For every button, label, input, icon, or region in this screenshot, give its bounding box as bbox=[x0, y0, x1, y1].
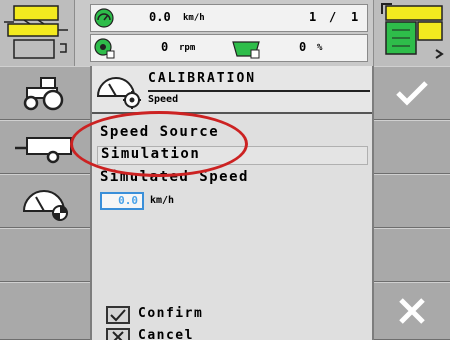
status-bar: 0.0 km/h 1 / 1 0 rpm 0 % bbox=[0, 0, 450, 66]
close-small-icon bbox=[112, 331, 124, 340]
tractor-button[interactable] bbox=[0, 66, 90, 120]
simulated-speed-unit: km/h bbox=[150, 195, 175, 206]
simulated-speed-input[interactable]: 0.0 bbox=[100, 192, 144, 210]
left-softkey-column bbox=[0, 66, 90, 340]
speed-unit: km/h bbox=[183, 13, 205, 23]
page-title: CALIBRATION bbox=[148, 71, 257, 86]
counter-total: 1 bbox=[351, 10, 359, 24]
counter-separator: / bbox=[329, 10, 337, 24]
cancel-legend: Cancel bbox=[94, 328, 374, 340]
right-softkey-4[interactable] bbox=[374, 228, 450, 282]
calibration-panel: CALIBRATION Speed Speed Source Simulatio… bbox=[90, 66, 374, 340]
tractor-icon bbox=[23, 77, 64, 111]
counter-value: 1 bbox=[309, 10, 317, 24]
speed-calibration-button[interactable] bbox=[0, 174, 90, 228]
panel-header: CALIBRATION Speed bbox=[92, 66, 372, 114]
percent-value: 0 bbox=[299, 40, 307, 54]
speed-source-highlight bbox=[70, 111, 248, 177]
confirm-softkey[interactable] bbox=[374, 66, 450, 120]
rpm-value: 0 bbox=[161, 40, 169, 54]
rpm-unit: rpm bbox=[179, 43, 196, 53]
percent-unit: % bbox=[317, 43, 323, 53]
cancel-label: Cancel bbox=[138, 328, 194, 340]
confirm-label: Confirm bbox=[138, 306, 204, 321]
title-divider bbox=[148, 90, 370, 92]
right-softkey-column bbox=[374, 66, 450, 340]
implement-layout-icon bbox=[4, 5, 68, 59]
speed-status: 0.0 km/h 1 / 1 bbox=[90, 4, 368, 32]
speed-calibration-icon bbox=[96, 77, 141, 109]
right-softkey-2[interactable] bbox=[374, 120, 450, 174]
left-softkey-4[interactable] bbox=[0, 228, 90, 282]
calibration-screen: 0.0 km/h 1 / 1 0 rpm 0 % CALIBRATION Spe… bbox=[0, 0, 450, 340]
confirm-legend: Confirm bbox=[94, 306, 374, 328]
confirm-key-icon bbox=[106, 306, 130, 324]
checkmark-small-icon bbox=[110, 309, 126, 322]
implement-green-icon bbox=[381, 3, 444, 59]
checkmark-icon bbox=[396, 81, 428, 106]
rpm-status: 0 rpm 0 % bbox=[90, 34, 368, 62]
pto-green-icon bbox=[94, 38, 115, 59]
cancel-key-icon bbox=[106, 328, 130, 340]
speed-value: 0.0 bbox=[149, 10, 171, 24]
headland-view-button[interactable] bbox=[373, 0, 450, 66]
simulated-speed-value: 0.0 bbox=[118, 194, 138, 207]
right-softkey-3[interactable] bbox=[374, 174, 450, 228]
implement-view-button[interactable] bbox=[0, 0, 75, 66]
tank-level-icon bbox=[232, 41, 260, 59]
cancel-softkey[interactable] bbox=[374, 282, 450, 340]
speedometer-status-icon bbox=[94, 8, 114, 28]
trailer-icon bbox=[15, 137, 72, 164]
speedometer-icon bbox=[22, 190, 68, 221]
close-icon bbox=[399, 298, 425, 324]
page-subtitle: Speed bbox=[148, 94, 179, 105]
left-softkey-5[interactable] bbox=[0, 282, 90, 340]
